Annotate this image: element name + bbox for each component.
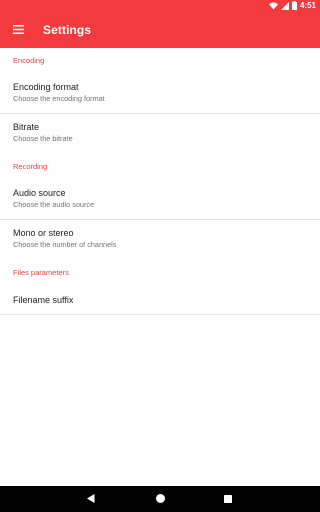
pref-summary: Choose the audio source — [13, 200, 95, 209]
section-header-files-parameters: Files parameters — [13, 268, 69, 277]
back-button[interactable] — [78, 486, 104, 512]
pref-encoding-format[interactable]: Encoding format Choose the encoding form… — [0, 74, 320, 114]
status-time: 4:51 — [299, 1, 316, 10]
pref-title: Audio source — [13, 188, 66, 198]
pref-summary: Choose the number of channels — [13, 240, 117, 249]
pref-title: Mono or stereo — [13, 228, 74, 238]
pref-bitrate[interactable]: Bitrate Choose the bitrate — [0, 114, 320, 154]
status-bar: 4:51 — [0, 0, 320, 12]
pref-filename-suffix[interactable]: Filename suffix — [0, 286, 320, 315]
page-title: Settings — [43, 23, 92, 37]
status-icons: 4:51 — [268, 0, 316, 12]
settings-list: Encoding Encoding format Choose the enco… — [0, 48, 320, 315]
pref-mono-or-stereo[interactable]: Mono or stereo Choose the number of chan… — [0, 220, 320, 260]
pref-title: Encoding format — [13, 82, 79, 92]
back-icon — [87, 490, 95, 508]
recents-icon — [224, 490, 232, 508]
menu-button[interactable] — [6, 18, 30, 42]
home-icon — [155, 490, 165, 508]
section-header-recording: Recording — [13, 162, 48, 171]
home-button[interactable] — [147, 486, 173, 512]
app-bar: Settings — [0, 12, 320, 48]
menu-icon — [12, 21, 24, 39]
navigation-bar — [0, 486, 320, 512]
pref-summary: Choose the encoding format — [13, 94, 105, 103]
pref-summary: Choose the bitrate — [13, 134, 73, 143]
pref-audio-source[interactable]: Audio source Choose the audio source — [0, 180, 320, 220]
pref-title: Filename suffix — [13, 294, 74, 305]
pref-title: Bitrate — [13, 122, 40, 132]
section-header-encoding: Encoding — [13, 56, 45, 65]
settings-screen: 4:51 Settings Encoding Encoding format C… — [0, 0, 320, 512]
recents-button[interactable] — [215, 486, 241, 512]
